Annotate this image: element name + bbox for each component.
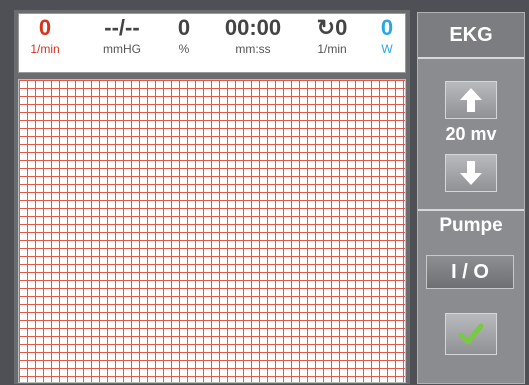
heart-rate-value: 0: [38, 15, 52, 40]
amplitude-up-button[interactable]: [445, 81, 497, 119]
control-panel: EKG 20 mv Pumpe I / O: [417, 12, 525, 384]
blood-pressure-unit: mmHG: [103, 42, 141, 56]
blood-pressure-value: --/--: [104, 15, 140, 40]
time-readout: 00:00 mm:ss: [216, 15, 290, 57]
divider: [418, 209, 524, 211]
cadence-value: ↻0: [316, 15, 348, 40]
oxygen-readout: 0 %: [169, 15, 199, 57]
amplitude-value: 20 mv: [445, 124, 497, 144]
cadence-readout: ↻0 1/min: [305, 15, 359, 57]
cadence-unit: 1/min: [317, 42, 347, 56]
time-value: 00:00: [224, 15, 282, 40]
oxygen-value: 0: [177, 15, 191, 40]
pump-toggle-button[interactable]: I / O: [426, 255, 514, 289]
power-unit: W: [381, 42, 393, 56]
heart-rate-unit: 1/min: [30, 42, 60, 56]
oxygen-unit: %: [178, 42, 190, 56]
arrow-down-icon: [460, 161, 482, 185]
power-value: 0: [380, 15, 394, 40]
checkmark-icon: [458, 323, 484, 345]
panel-title: EKG: [418, 13, 524, 57]
vital-readouts: 0 1/min --/-- mmHG 0 % 00:00 mm:ss ↻0 1/…: [18, 13, 406, 73]
arrow-up-icon: [460, 88, 482, 112]
divider: [418, 57, 524, 59]
blood-pressure-readout: --/-- mmHG: [89, 15, 155, 57]
ekg-grid: [18, 79, 406, 383]
heart-rate-readout: 0 1/min: [21, 15, 69, 57]
pump-label: Pumpe: [439, 215, 503, 236]
confirm-button[interactable]: [445, 313, 497, 355]
time-unit: mm:ss: [235, 42, 271, 56]
power-readout: 0 W: [376, 15, 398, 57]
amplitude-down-button[interactable]: [445, 154, 497, 192]
